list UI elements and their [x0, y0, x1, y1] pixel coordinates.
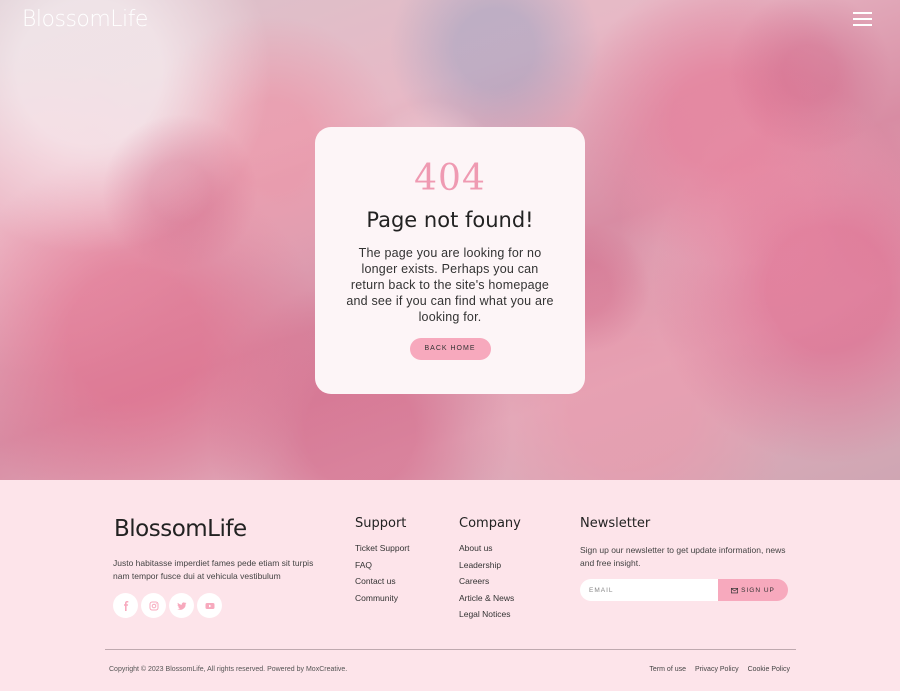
sign-up-button[interactable]: SIGN UP — [718, 579, 788, 601]
facebook-icon[interactable] — [113, 593, 138, 618]
support-column: Support Ticket Support FAQ Contact us Co… — [355, 516, 410, 609]
company-column: Company About us Leadership Careers Arti… — [459, 516, 521, 626]
footer-link-faq[interactable]: FAQ — [355, 560, 410, 570]
footer-description: Justo habitasse imperdiet fames pede eti… — [113, 558, 314, 581]
newsletter-section: Newsletter Sign up our newsletter to get… — [580, 516, 795, 601]
error-code: 404 — [414, 158, 486, 199]
youtube-icon[interactable] — [197, 593, 222, 618]
footer-link-ticket-support[interactable]: Ticket Support — [355, 543, 410, 553]
footer-link-about-us[interactable]: About us — [459, 543, 521, 553]
top-navbar: BlossomLife — [0, 0, 900, 42]
footer-link-leadership[interactable]: Leadership — [459, 560, 521, 570]
footer-link-legal-notices[interactable]: Legal Notices — [459, 609, 521, 619]
hamburger-menu-icon[interactable] — [853, 12, 872, 26]
footer-link-careers[interactable]: Careers — [459, 576, 521, 586]
sign-up-label: SIGN UP — [741, 586, 775, 594]
site-logo[interactable]: BlossomLife — [22, 7, 148, 32]
footer-link-community[interactable]: Community — [355, 593, 410, 603]
footer-link-term-of-use[interactable]: Term of use — [649, 666, 686, 673]
email-field[interactable] — [580, 579, 718, 601]
back-home-button[interactable]: BACK HOME — [409, 338, 491, 360]
social-links — [113, 593, 222, 618]
newsletter-form: SIGN UP — [580, 579, 788, 601]
error-card: 404 Page not found! The page you are loo… — [315, 127, 585, 394]
footer-link-contact-us[interactable]: Contact us — [355, 576, 410, 586]
company-heading: Company — [459, 516, 521, 531]
newsletter-text: Sign up our newsletter to get update inf… — [580, 545, 786, 568]
newsletter-heading: Newsletter — [580, 516, 651, 531]
legal-links: Term of use Privacy Policy Cookie Policy — [649, 666, 790, 673]
support-heading: Support — [355, 516, 407, 531]
footer-link-article-news[interactable]: Article & News — [459, 593, 521, 603]
error-title: Page not found! — [366, 208, 534, 232]
twitter-icon[interactable] — [169, 593, 194, 618]
footer-divider — [105, 649, 796, 650]
footer-link-cookie-policy[interactable]: Cookie Policy — [748, 666, 790, 673]
error-message: The page you are looking for no longer e… — [346, 246, 554, 324]
copyright-text: Copyright © 2023 BlossomLife, All rights… — [109, 666, 348, 673]
instagram-icon[interactable] — [141, 593, 166, 618]
hero-section: BlossomLife 404 Page not found! The page… — [0, 0, 900, 480]
envelope-icon — [731, 587, 739, 593]
footer-logo[interactable]: BlossomLife — [114, 516, 247, 542]
footer-link-privacy-policy[interactable]: Privacy Policy — [695, 666, 739, 673]
footer: BlossomLife Justo habitasse imperdiet fa… — [0, 480, 900, 691]
